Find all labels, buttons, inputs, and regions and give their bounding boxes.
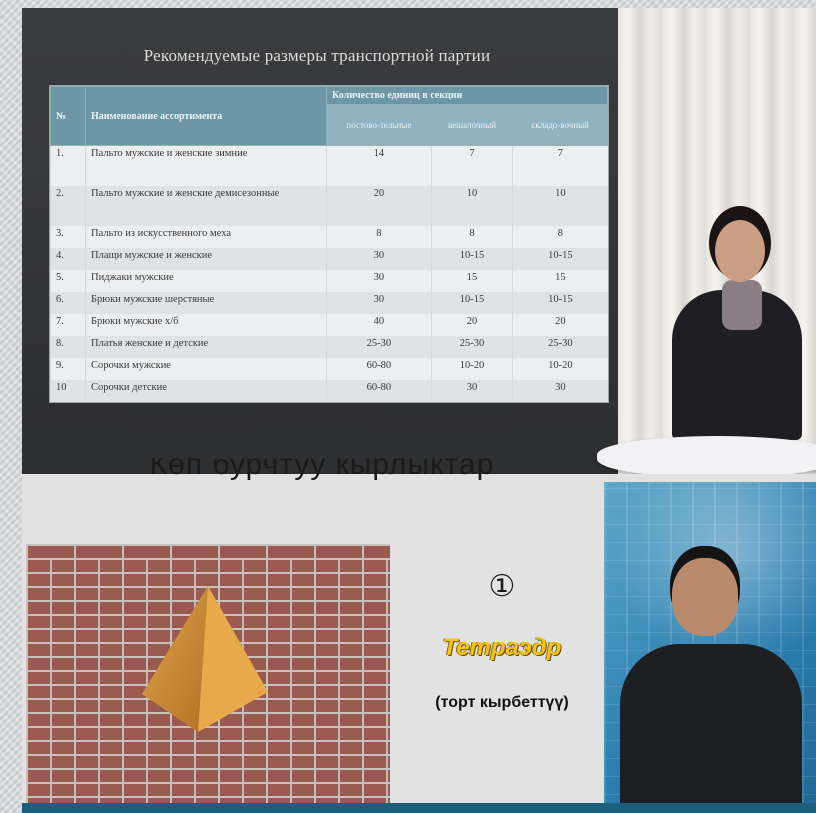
table-row: 4. Плащи мужские и женские 30 10-15 10-1… [50, 248, 608, 270]
row-value: 7 [430, 145, 513, 186]
row-value: 8 [326, 226, 432, 248]
row-value: 10-15 [512, 248, 608, 270]
bottom-slide: Көп бурчтуу кырлыктар ① Тетраэдр (торт к… [22, 458, 816, 813]
table-row: 3. Пальто из искусственного меха 8 8 8 [50, 226, 608, 248]
bottom-heading: Көп бурчтуу кырлыктар [22, 458, 622, 482]
assortment-table: № Наименование ассортимента Количество е… [50, 86, 608, 402]
row-value: 40 [326, 314, 432, 336]
top-slide: Рекомендуемые размеры транспортной парти… [22, 8, 622, 474]
table-row: 8. Платья женские и детские 25-30 25-30 … [50, 336, 608, 358]
col-header-number: № [50, 86, 86, 146]
row-value: 25-30 [512, 336, 608, 358]
row-value: 30 [430, 380, 513, 402]
row-value: 14 [326, 145, 432, 186]
table-row: 6. Брюки мужские шерстяные 30 10-15 10-1… [50, 292, 608, 314]
row-number: 4. [50, 248, 86, 270]
subcol-header: постово-тельные [326, 104, 432, 146]
row-value: 7 [512, 145, 608, 186]
row-number: 10 [50, 380, 86, 402]
presenter-man-body [620, 644, 802, 813]
step-number: ① [488, 569, 516, 604]
row-name: Пиджаки мужские [85, 270, 327, 292]
tetrahedron-shape [142, 586, 268, 732]
row-value: 20 [326, 186, 432, 226]
row-name: Пальто мужские и женские зимние [85, 145, 327, 186]
table-row: 9. Сорочки мужские 60-80 10-20 10-20 [50, 358, 608, 380]
bottom-heading-text: Көп бурчтуу кырлыктар [149, 458, 495, 481]
row-number: 8. [50, 336, 86, 358]
row-value: 30 [326, 270, 432, 292]
row-value: 60-80 [326, 358, 432, 380]
shape-subtitle: (торт кырбеттүү) [435, 694, 569, 711]
row-number: 3. [50, 226, 86, 248]
row-number: 6. [50, 292, 86, 314]
shape-name: Тетраэдр [442, 634, 562, 661]
subcol-header: вешалочный [430, 104, 514, 146]
presenter-desk [597, 436, 816, 478]
col-header-name: Наименование ассортимента [85, 86, 327, 146]
table-row: 7. Брюки мужские х/б 40 20 20 [50, 314, 608, 336]
bottom-strip [22, 803, 816, 813]
row-name: Плащи мужские и женские [85, 248, 327, 270]
row-value: 10-20 [512, 358, 608, 380]
row-name: Брюки мужские х/б [85, 314, 327, 336]
row-value: 10-15 [512, 292, 608, 314]
presenter-woman-scarf [722, 280, 762, 330]
table-row: 5. Пиджаки мужские 30 15 15 [50, 270, 608, 292]
row-value: 60-80 [326, 380, 432, 402]
presenter-man-head [672, 558, 738, 636]
row-value: 30 [512, 380, 608, 402]
row-name: Пальто из искусственного меха [85, 226, 327, 248]
presenter-woman-head [715, 220, 765, 282]
row-value: 15 [430, 270, 513, 292]
subcol-header: складо-вочный [512, 104, 608, 146]
video-frame: Рекомендуемые размеры транспортной парти… [22, 8, 816, 813]
row-number: 1. [50, 145, 86, 186]
row-value: 10-20 [430, 358, 513, 380]
row-name: Сорочки мужские [85, 358, 327, 380]
row-value: 10 [512, 186, 608, 226]
row-number: 5. [50, 270, 86, 292]
row-value: 10-15 [430, 292, 513, 314]
table-row: 2. Пальто мужские и женские демисезонные… [50, 186, 608, 226]
row-value: 30 [326, 248, 432, 270]
row-value: 30 [326, 292, 432, 314]
row-value: 15 [512, 270, 608, 292]
row-name: Платья женские и детские [85, 336, 327, 358]
row-name: Пальто мужские и женские демисезонные [85, 186, 327, 226]
col-header-quantity: Количество единиц в секции [326, 86, 608, 105]
slide-title: Рекомендуемые размеры транспортной парти… [143, 46, 491, 65]
row-number: 7. [50, 314, 86, 336]
row-value: 10-15 [430, 248, 513, 270]
row-value: 20 [512, 314, 608, 336]
row-number: 9. [50, 358, 86, 380]
row-value: 25-30 [326, 336, 432, 358]
row-value: 10 [430, 186, 513, 226]
row-value: 8 [430, 226, 513, 248]
row-value: 25-30 [430, 336, 513, 358]
row-value: 20 [430, 314, 513, 336]
table-row: 10 Сорочки детские 60-80 30 30 [50, 380, 608, 402]
row-number: 2. [50, 186, 86, 226]
row-value: 8 [512, 226, 608, 248]
table-row: 1. Пальто мужские и женские зимние 14 7 … [50, 145, 608, 186]
row-name: Брюки мужские шерстяные [85, 292, 327, 314]
row-name: Сорочки детские [85, 380, 327, 402]
